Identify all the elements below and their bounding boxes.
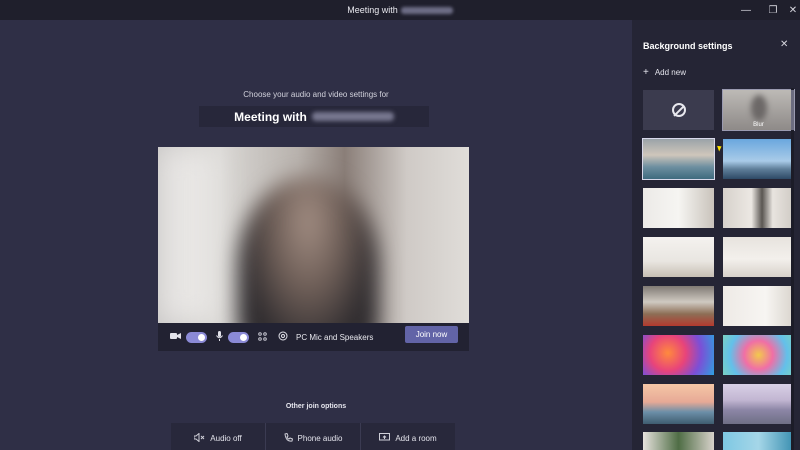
window-light (158, 147, 218, 323)
blurred-person (238, 177, 378, 323)
loft-background-thumbnail[interactable] (723, 188, 794, 228)
interior-background-thumbnail[interactable] (643, 432, 714, 450)
city-sky-background-thumbnail[interactable] (723, 139, 794, 179)
panel-title: Background settings (643, 41, 733, 51)
redacted-name (400, 7, 453, 15)
join-now-button[interactable]: Join now (405, 326, 458, 343)
minimal-room-background-thumbnail[interactable] (723, 286, 794, 326)
blur-background-option[interactable]: Blur (722, 89, 795, 131)
close-panel-icon[interactable]: ✕ (780, 39, 788, 50)
aqua-background-thumbnail[interactable] (723, 432, 794, 450)
microphone-toggle[interactable] (228, 331, 249, 343)
meeting-title: Meeting with (199, 106, 429, 127)
empty-hall-background-thumbnail[interactable] (723, 237, 794, 277)
plus-icon: + (643, 67, 649, 78)
other-join-options-label: Other join options (285, 403, 347, 410)
background-settings-panel: Background settings ✕ + Add new Blur (632, 20, 800, 450)
prohibited-icon (671, 103, 686, 117)
video-preview (158, 147, 469, 323)
panel-scrollbar-thumb[interactable] (791, 90, 794, 130)
bridge-background-thumbnail[interactable] (643, 384, 714, 424)
phone-icon (283, 432, 293, 444)
workspace-background-thumbnail[interactable] (643, 286, 714, 326)
add-new-button[interactable]: + Add new (643, 67, 686, 78)
prejoin-main: Choose your audio and video settings for… (0, 20, 632, 450)
camera-toggle[interactable] (186, 331, 207, 343)
other-join-options-bar: Audio off Phone audio Add a room (171, 423, 455, 450)
bright-room-background-thumbnail[interactable] (643, 237, 714, 277)
no-background-option[interactable] (643, 90, 714, 130)
window-title-bar: Meeting with — ❐ ✕ (0, 0, 800, 20)
camera-icon (170, 332, 181, 342)
settings-gear-icon[interactable] (278, 331, 288, 343)
office-background-thumbnail[interactable] (642, 138, 715, 180)
speaker-off-icon (193, 432, 205, 444)
white-room-background-thumbnail[interactable] (643, 188, 714, 228)
audio-off-option[interactable]: Audio off (171, 423, 266, 450)
minimize-button[interactable]: — (735, 0, 757, 20)
mountains-background-thumbnail[interactable] (723, 384, 794, 424)
microphone-icon (216, 331, 223, 343)
blur-label: Blur (753, 122, 764, 128)
add-room-option[interactable]: Add a room (361, 423, 455, 450)
close-window-button[interactable]: ✕ (782, 0, 800, 20)
colorful-balls-background-thumbnail[interactable] (643, 335, 714, 375)
redacted-name (311, 112, 394, 121)
phone-audio-option[interactable]: Phone audio (266, 423, 361, 450)
window-title: Meeting with (0, 0, 800, 20)
background-effects-icon[interactable] (258, 331, 267, 343)
balloons-background-thumbnail[interactable] (723, 335, 794, 375)
maximize-button[interactable]: ❐ (762, 0, 784, 20)
panel-scrollbar-track[interactable] (791, 88, 794, 450)
audio-device-label[interactable]: PC Mic and Speakers (296, 333, 373, 342)
settings-prompt: Choose your audio and video settings for (243, 90, 389, 99)
cast-icon (379, 433, 391, 444)
blurred-head (751, 95, 767, 121)
